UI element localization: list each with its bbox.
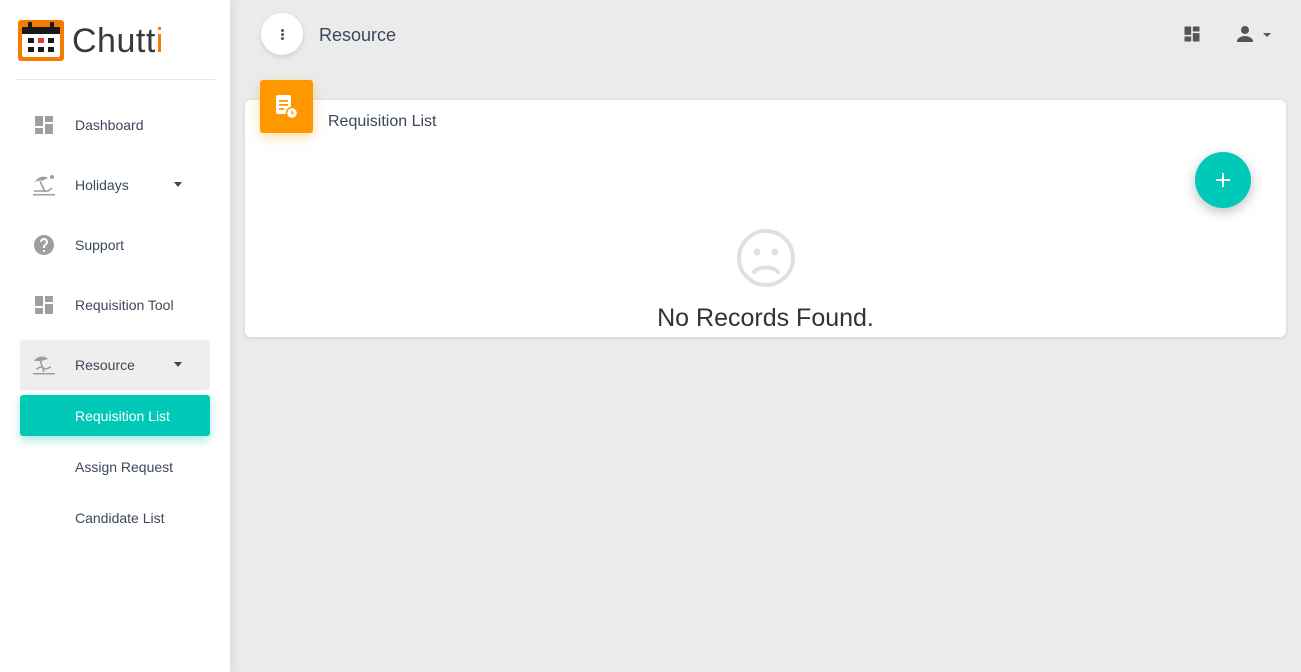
sidebar-subitem-assign-request[interactable]: Assign Request xyxy=(20,446,210,487)
sidebar-item-label: Holidays xyxy=(75,177,129,193)
calendar-logo-icon xyxy=(18,20,64,61)
sidebar-subitem-label: Requisition List xyxy=(75,408,170,424)
sidebar-item-requisition-tool[interactable]: Requisition Tool xyxy=(20,280,210,330)
beach-icon xyxy=(33,356,55,375)
sidebar: Chutti Dashboard Holidays Support Requis… xyxy=(0,0,230,672)
sidebar-subitem-label: Assign Request xyxy=(75,459,174,475)
app-logo-text: Chutti xyxy=(72,22,164,60)
sad-face-icon xyxy=(737,229,795,287)
sidebar-subitem-label: Candidate List xyxy=(75,510,165,526)
page-title: Resource xyxy=(319,25,397,45)
help-icon xyxy=(34,235,54,255)
sidebar-item-label: Resource xyxy=(75,357,135,373)
dashboard-icon xyxy=(35,116,53,134)
more-vert-icon xyxy=(281,29,284,32)
requisition-list-card xyxy=(245,100,1286,337)
app-logo[interactable]: Chutti xyxy=(15,0,215,80)
sidebar-item-label: Requisition Tool xyxy=(75,297,174,313)
requisition-card-icon xyxy=(260,80,313,133)
empty-state-message: No Records Found. xyxy=(657,304,874,332)
sidebar-subitem-candidate-list[interactable]: Candidate List xyxy=(20,497,210,538)
caret-down-icon xyxy=(174,182,182,187)
sidebar-item-label: Support xyxy=(75,237,125,253)
sidebar-item-label: Dashboard xyxy=(75,117,144,133)
dashboard-icon xyxy=(35,296,53,314)
sidebar-item-holidays[interactable]: Holidays xyxy=(20,160,210,210)
plus-icon xyxy=(1216,173,1230,187)
sidebar-item-support[interactable]: Support xyxy=(20,220,210,270)
document-clock-icon xyxy=(276,95,299,120)
sidebar-toggle-button[interactable] xyxy=(261,13,303,55)
beach-icon xyxy=(33,175,55,196)
sidebar-item-dashboard[interactable]: Dashboard xyxy=(20,100,210,150)
more-vert-dot xyxy=(281,37,284,40)
user-menu-icon[interactable] xyxy=(1233,22,1275,46)
card-title: Requisition List xyxy=(328,113,437,130)
more-vert-dot xyxy=(281,33,284,36)
dashboard-icon[interactable] xyxy=(1182,24,1202,44)
add-requisition-button[interactable] xyxy=(1195,152,1251,208)
sidebar-subitem-requisition-list[interactable]: Requisition List xyxy=(20,395,210,436)
sidebar-item-resource[interactable]: Resource xyxy=(20,340,210,390)
caret-down-icon xyxy=(174,362,182,367)
